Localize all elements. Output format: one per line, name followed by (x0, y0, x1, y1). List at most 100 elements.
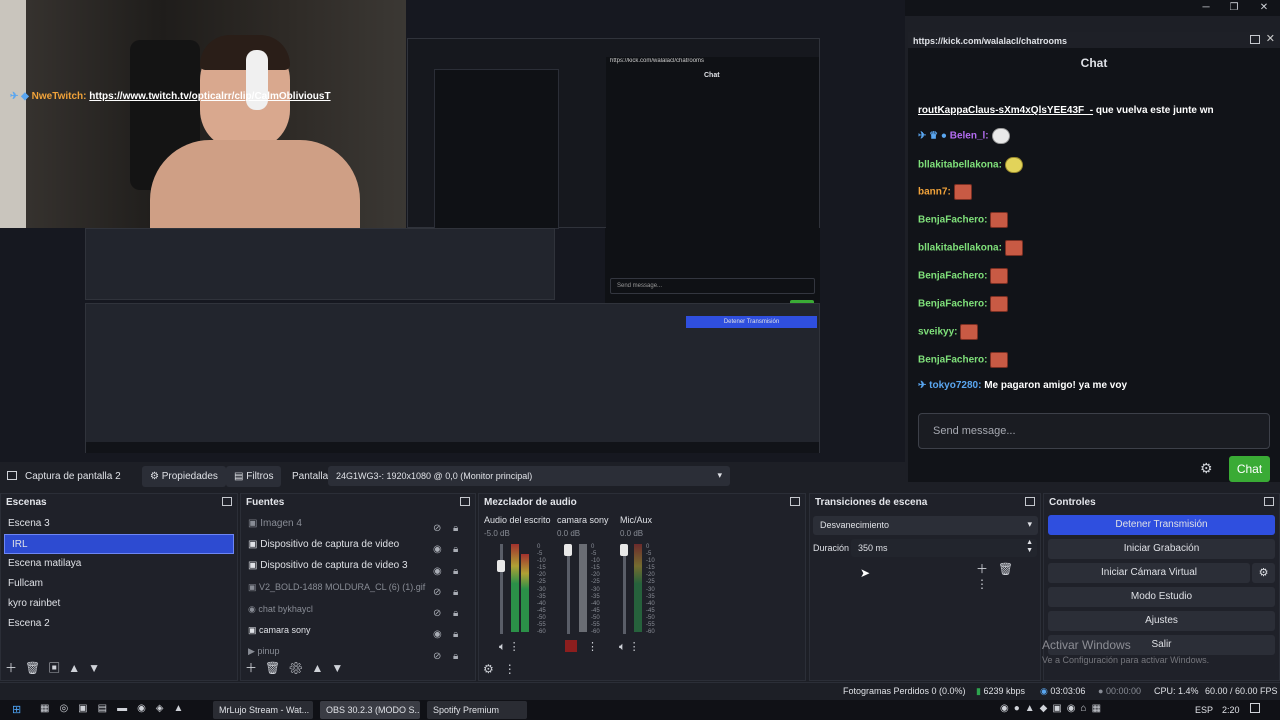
maximize-button[interactable]: ❐ (1220, 0, 1248, 16)
scene-item[interactable]: kyro rainbet (1, 594, 237, 614)
dropped-frames: Fotogramas Perdidos 0 (0.0%) (843, 686, 966, 696)
close-button[interactable]: ✕ (1250, 0, 1278, 16)
menu-dots-icon[interactable]: ⋮ (587, 640, 598, 653)
chat-message: sveikyy: (918, 324, 979, 340)
transitions-title: Transiciones de escena (815, 497, 928, 508)
transition-select[interactable]: Desvanecimiento ▾ (813, 516, 1038, 535)
taskbar-app[interactable]: OBS 30.2.3 (MODO S... (320, 701, 420, 719)
transitions-dock: Transiciones de escena Desvanecimiento ▾ … (809, 493, 1041, 681)
chevron-down-icon: ▾ (717, 470, 722, 480)
sources-footer-buttons[interactable]: ＋🗑⚙▲▼ (245, 659, 351, 676)
stop-streaming-button[interactable]: Detener Transmisión (1048, 515, 1275, 535)
chat-settings-gear-icon[interactable]: ⚙ (1200, 460, 1213, 477)
stream-time: ◉ 03:03:06 (1040, 686, 1086, 696)
float-icon[interactable] (460, 497, 470, 506)
chat-message: ✈ ◆ NweTwitch: https://www.twitch.tv/opt… (10, 91, 331, 102)
vcam-gear-icon[interactable]: ⚙ (1252, 563, 1275, 583)
channel-name: Mic/Aux (620, 515, 653, 525)
spinner-icon[interactable]: ▲ ▼ (1026, 539, 1033, 555)
minimize-button[interactable]: ─ (1192, 0, 1220, 16)
level-meter (511, 544, 519, 632)
settings-button[interactable]: Ajustes (1048, 611, 1275, 631)
send-message-input[interactable]: Send message... (918, 413, 1270, 449)
screen-select[interactable]: 24G1WG3-: 1920x1080 @ 0,0 (Monitor princ… (328, 466, 730, 486)
chevron-down-icon: ▾ (1027, 519, 1032, 529)
taskbar-app[interactable]: Spotify Premium (427, 701, 527, 719)
monitor-icon (7, 471, 17, 480)
volume-slider[interactable] (500, 544, 503, 634)
status-bar (0, 682, 1280, 699)
nested-capture-window: https://kick.com/walalacl/chatrooms Chat (407, 38, 820, 287)
scene-item[interactable]: Escena 3 (1, 514, 237, 534)
notifications-icon[interactable] (1250, 703, 1260, 713)
volume-slider[interactable] (623, 544, 626, 634)
start-recording-button[interactable]: Iniciar Grabación (1048, 539, 1275, 559)
chat-message: bllakitabellakona: (918, 157, 1023, 173)
channel-db: 0.0 dB (620, 529, 644, 538)
tray-icons[interactable]: ◉●▲◆▣◉⌂▦ (1000, 703, 1106, 714)
scene-item[interactable]: Escena 2 (1, 614, 237, 634)
filters-button[interactable]: ▤ Filtros (226, 466, 282, 487)
float-icon[interactable] (1025, 497, 1035, 506)
program-preview: https://kick.com/walalacl/chatrooms Chat… (0, 0, 905, 462)
duration-input[interactable]: 350 ms ▲ ▼ (851, 539, 1037, 557)
visibility-icons[interactable]: ⊘ ◉ ◉ ⊘ ⊘ ◉ ⊘ (433, 518, 442, 667)
chat-message: bann7: (918, 184, 972, 200)
activate-windows-watermark: Activar Windows (1042, 638, 1131, 652)
nested-chat-title: Chat (704, 72, 720, 79)
windows-start-icon[interactable]: ⊞ (12, 703, 21, 716)
float-icon[interactable] (790, 497, 800, 506)
properties-button[interactable]: ⚙ Propiedades (142, 466, 226, 487)
chat-message: BenjaFachero: (918, 212, 1009, 228)
sources-title: Fuentes (246, 497, 285, 508)
muted-icon[interactable] (565, 640, 577, 652)
channel-name: Audio del escrito (484, 515, 551, 525)
scene-item[interactable]: Fullcam (1, 574, 237, 594)
close-dock-icon[interactable]: ✕ (1266, 32, 1275, 45)
sources-dock: Fuentes ▣ Imagen 4 ▣ Dispositivo de capt… (240, 493, 476, 681)
start-virtual-camera-button[interactable]: Iniciar Cámara Virtual (1048, 563, 1250, 583)
chat-url: https://kick.com/walalacl/chatrooms (908, 32, 1280, 48)
selected-source-name: Captura de pantalla 2 (25, 471, 121, 482)
scenes-title: Escenas (6, 497, 47, 508)
pinned-app-icons[interactable]: ▦◎▣▤▬◉◈▲ (40, 703, 193, 714)
fps: 60.00 / 60.00 FPS (1205, 686, 1278, 696)
chat-message: BenjaFachero: (918, 352, 1009, 368)
language-indicator[interactable]: ESP (1195, 705, 1213, 715)
duration-label: Duración (813, 543, 850, 553)
scene-item[interactable]: Escena matilaya (1, 554, 237, 574)
db-scale: 0 -5 -10 -15 -20 -25 -30 -35 -40 -45 -50 -55 -60 (591, 544, 600, 636)
level-meter (634, 544, 642, 632)
screen-label: Pantalla (292, 471, 329, 482)
nested-chat-url: https://kick.com/walalacl/chatrooms (610, 58, 705, 64)
chat-message: bllakitabellakona: (918, 240, 1023, 256)
level-meter (579, 544, 587, 632)
clock[interactable]: 2:20 (1222, 705, 1240, 715)
volume-knob[interactable] (497, 560, 505, 572)
db-scale: 0 -5 -10 -15 -20 -25 -30 -35 -40 -45 -50 -55 -60 (537, 544, 546, 636)
volume-knob[interactable] (564, 544, 572, 556)
chat-message: ✈ ♛ ● Belen_l: (918, 128, 1010, 144)
taskbar-app[interactable]: MrLujo Stream - Wat... (213, 701, 313, 719)
filter-icon: ▤ (234, 471, 247, 482)
chat-message: ✈ tokyo7280: Me pagaron amigo! ya me voy (918, 380, 1128, 391)
mixer-footer-buttons[interactable]: ⚙⋮ (483, 662, 526, 676)
scenes-footer-buttons[interactable]: ＋🗑▣▲▼ (5, 659, 108, 676)
volume-knob[interactable] (620, 544, 628, 556)
transition-buttons[interactable]: ＋🗑⋮ (976, 560, 1040, 591)
lock-icons[interactable]: 🔒︎ 🔒︎ 🔒︎ 🔒︎ 🔒︎ 🔒︎ 🔒︎ (453, 518, 458, 667)
studio-mode-button[interactable]: Modo Estudio (1048, 587, 1275, 607)
gear-icon: ⚙ (150, 471, 162, 482)
speaker-icon[interactable]: 🔈︎ ⋮ (619, 640, 640, 654)
speaker-icon[interactable]: 🔈︎ ⋮ (499, 640, 520, 654)
stream-icon: ◉ (1040, 686, 1051, 696)
bitrate: ▮ 6239 kbps (976, 686, 1025, 696)
float-icon[interactable] (222, 497, 232, 506)
chat-message-cont: routKappaClaus-sXm4xQlsYEE43F_- que vuel… (918, 105, 1214, 116)
float-icon[interactable] (1264, 497, 1274, 506)
volume-slider[interactable] (567, 544, 570, 634)
scene-item-selected[interactable]: IRL (4, 534, 234, 554)
chat-send-button[interactable]: Chat (1229, 456, 1270, 482)
channel-db: -5.0 dB (484, 529, 510, 538)
float-icon[interactable] (1250, 35, 1260, 44)
